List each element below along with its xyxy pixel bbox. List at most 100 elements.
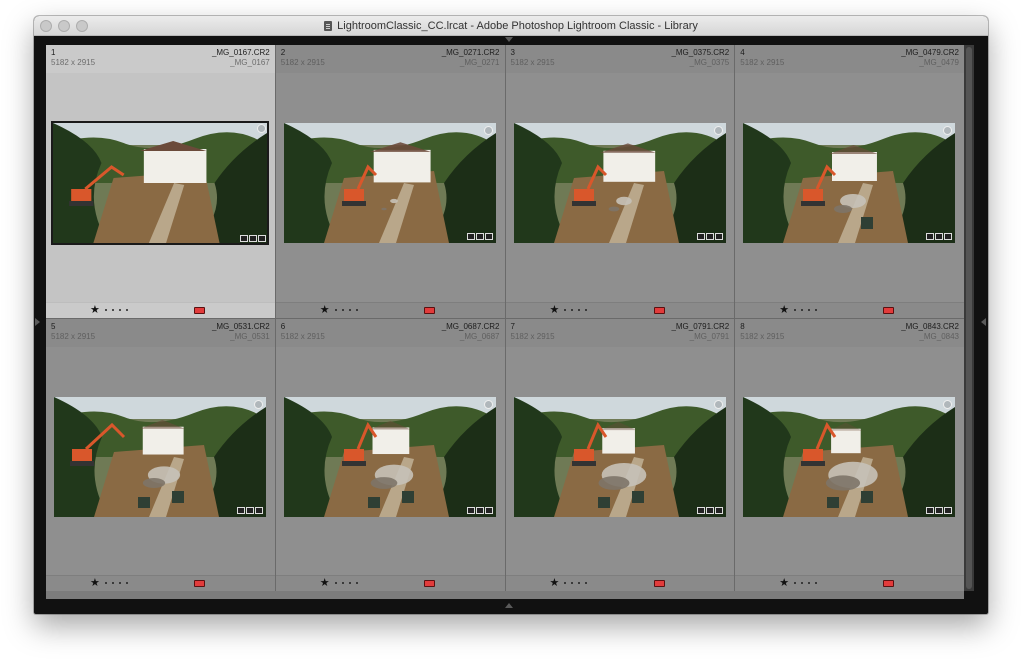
thumbnail-image[interactable] — [513, 123, 726, 243]
top-panel-toggle-icon[interactable] — [505, 37, 513, 42]
star-rating[interactable]: ★ — [779, 578, 818, 589]
star-icon[interactable]: ★ — [320, 578, 330, 589]
grid-cell-3[interactable]: 3 _MG_0375.CR2 5182 x 2915 _MG_0375 ★ — [505, 45, 735, 318]
thumbnail-frame[interactable] — [283, 123, 496, 243]
color-label-red[interactable] — [653, 306, 665, 314]
crop-badge-icon[interactable] — [475, 233, 484, 240]
crop-badge-icon[interactable] — [935, 506, 944, 514]
crop-badge-icon[interactable] — [705, 506, 714, 514]
collection-badge-icon[interactable] — [240, 235, 248, 242]
star-icon[interactable]: ★ — [550, 578, 560, 589]
rating-dot[interactable] — [585, 308, 588, 311]
rating-dot[interactable] — [794, 308, 797, 311]
rating-dot[interactable] — [341, 582, 344, 584]
thumbnail-image[interactable] — [743, 396, 956, 517]
grid-cell-4[interactable]: 4 _MG_0479.CR2 5182 x 2915 _MG_0479 ★ — [735, 45, 964, 318]
grid-cell-5[interactable]: 5 _MG_0531.CR2 5182 x 2915 _MG_0531 ★ — [46, 318, 275, 591]
scrollbar-thumb[interactable] — [966, 47, 972, 589]
thumbnail-frame[interactable] — [513, 123, 726, 243]
star-icon[interactable]: ★ — [779, 304, 789, 315]
rating-dot[interactable] — [801, 582, 804, 584]
quick-collection-icon[interactable] — [943, 399, 953, 409]
develop-adjustment-badge-icon[interactable] — [714, 233, 723, 240]
minimize-window-button[interactable] — [58, 20, 70, 32]
collection-badge-icon[interactable] — [466, 506, 475, 514]
rating-dot[interactable] — [808, 582, 811, 584]
color-label-red[interactable] — [883, 306, 895, 314]
thumbnail-image[interactable] — [283, 123, 496, 243]
quick-collection-icon[interactable] — [483, 399, 493, 409]
star-rating[interactable]: ★ — [320, 304, 358, 315]
rating-dot[interactable] — [578, 308, 581, 311]
thumbnail-frame[interactable] — [743, 123, 956, 243]
star-icon[interactable]: ★ — [90, 304, 100, 315]
grid-cell-2[interactable]: 2 _MG_0271.CR2 5182 x 2915 _MG_0271 ★ — [275, 45, 505, 318]
rating-dot[interactable] — [334, 582, 337, 584]
grid-cell-8[interactable]: 8 _MG_0843.CR2 5182 x 2915 _MG_0843 ★ — [735, 318, 964, 591]
star-rating[interactable]: ★ — [320, 578, 358, 589]
collection-badge-icon[interactable] — [926, 233, 935, 240]
thumbnail-image[interactable] — [743, 123, 956, 243]
rating-dot[interactable] — [348, 582, 351, 584]
rating-dot[interactable] — [571, 308, 574, 311]
develop-adjustment-badge-icon[interactable] — [944, 233, 953, 240]
crop-badge-icon[interactable] — [935, 233, 944, 240]
left-panel-toggle-icon[interactable] — [35, 318, 40, 326]
develop-adjustment-badge-icon[interactable] — [944, 506, 953, 514]
rating-dot[interactable] — [104, 308, 107, 311]
rating-dot[interactable] — [111, 582, 114, 584]
thumbnail-frame[interactable] — [283, 396, 496, 517]
develop-adjustment-badge-icon[interactable] — [484, 233, 493, 240]
filmstrip-toggle-icon[interactable] — [505, 603, 513, 608]
color-label-red[interactable] — [423, 306, 435, 314]
color-label-red[interactable] — [653, 580, 665, 587]
rating-dot[interactable] — [334, 308, 337, 311]
rating-dot[interactable] — [355, 582, 358, 584]
develop-adjustment-badge-icon[interactable] — [714, 506, 723, 514]
title-bar[interactable]: LightroomClassic_CC.lrcat - Adobe Photos… — [34, 16, 988, 36]
star-rating[interactable]: ★ — [90, 304, 128, 315]
crop-badge-icon[interactable] — [475, 506, 484, 514]
thumbnail-image[interactable] — [513, 396, 726, 517]
color-label-red[interactable] — [194, 306, 205, 314]
thumbnail-image[interactable] — [53, 123, 267, 243]
crop-badge-icon[interactable] — [705, 233, 714, 240]
collection-badge-icon[interactable] — [466, 233, 475, 240]
collection-badge-icon[interactable] — [237, 506, 245, 514]
rating-dot[interactable] — [801, 308, 804, 311]
rating-dot[interactable] — [118, 308, 121, 311]
right-panel-toggle-icon[interactable] — [981, 318, 986, 326]
rating-dot[interactable] — [564, 308, 567, 311]
quick-collection-icon[interactable] — [254, 399, 263, 409]
rating-dot[interactable] — [808, 308, 811, 311]
collection-badge-icon[interactable] — [696, 506, 705, 514]
thumbnail-image[interactable] — [54, 396, 266, 517]
rating-dot[interactable] — [104, 582, 107, 584]
collection-badge-icon[interactable] — [696, 233, 705, 240]
rating-dot[interactable] — [564, 582, 567, 584]
rating-dot[interactable] — [794, 582, 797, 584]
thumbnail-frame[interactable] — [513, 396, 726, 517]
star-rating[interactable]: ★ — [550, 304, 588, 315]
develop-adjustment-badge-icon[interactable] — [258, 235, 266, 242]
star-rating[interactable]: ★ — [550, 578, 588, 589]
star-icon[interactable]: ★ — [90, 578, 100, 589]
color-label-red[interactable] — [194, 580, 205, 587]
rating-dot[interactable] — [348, 308, 351, 311]
quick-collection-icon[interactable] — [483, 126, 493, 135]
thumbnail-frame[interactable] — [54, 396, 266, 517]
rating-dot[interactable] — [571, 582, 574, 584]
star-icon[interactable]: ★ — [320, 304, 330, 315]
rating-dot[interactable] — [125, 308, 128, 311]
rating-dot[interactable] — [355, 308, 358, 311]
rating-dot[interactable] — [118, 582, 121, 584]
crop-badge-icon[interactable] — [249, 235, 257, 242]
zoom-window-button[interactable] — [76, 20, 88, 32]
rating-dot[interactable] — [815, 308, 818, 311]
grid-cell-6[interactable]: 6 _MG_0687.CR2 5182 x 2915 _MG_0687 ★ — [275, 318, 505, 591]
rating-dot[interactable] — [578, 582, 581, 584]
thumbnail-frame[interactable] — [743, 396, 956, 517]
rating-dot[interactable] — [585, 582, 588, 584]
grid-cell-7[interactable]: 7 _MG_0791.CR2 5182 x 2915 _MG_0791 ★ — [505, 318, 735, 591]
star-icon[interactable]: ★ — [550, 304, 560, 315]
